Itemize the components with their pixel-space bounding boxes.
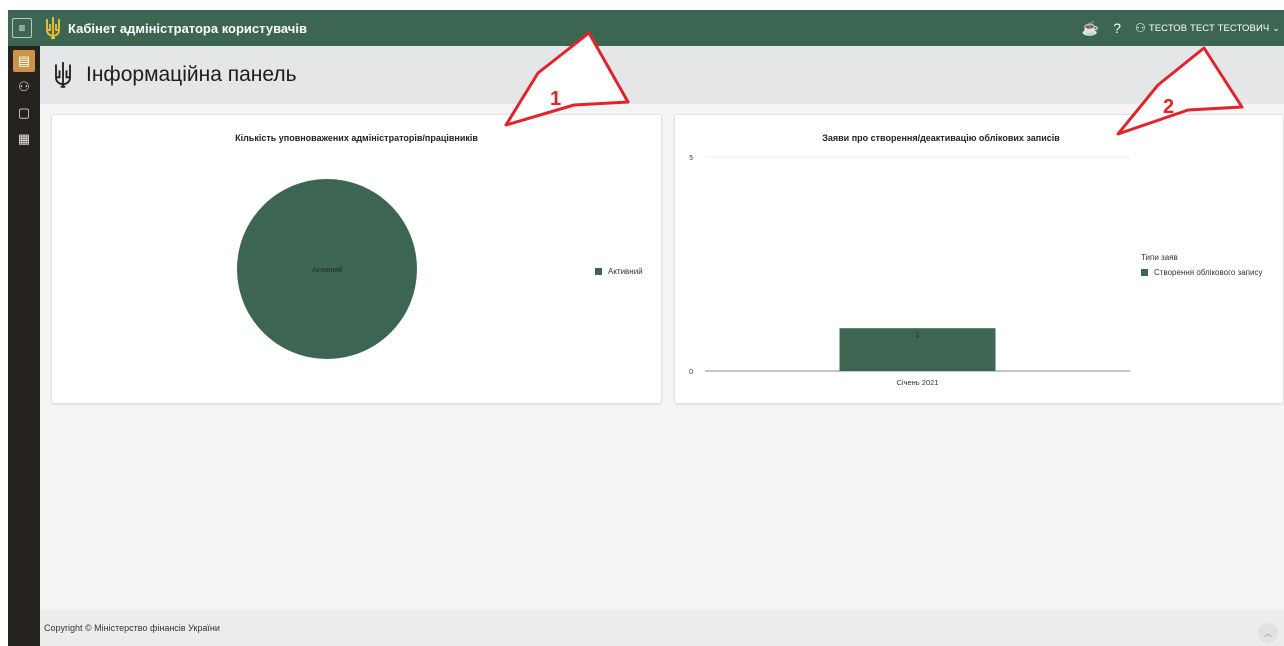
app-title: Кабінет адміністратора користувачів bbox=[68, 20, 307, 36]
app-window: ≡ Кабінет адміністратора користувачів ☕ … bbox=[8, 10, 1284, 646]
coffee-cup-icon[interactable]: ☕ bbox=[1082, 20, 1099, 37]
sidebar-item-registry[interactable]: ▦ bbox=[8, 128, 40, 150]
pie-chart: Активний bbox=[237, 179, 417, 359]
legend-swatch bbox=[1141, 269, 1148, 276]
footer: Copyright © Міністерство фінансів Україн… bbox=[40, 610, 1284, 646]
sidebar: ▤ ⚇ ▢ ▦ bbox=[8, 46, 40, 646]
user-icon: ⚇ bbox=[1134, 21, 1146, 35]
top-bar: ≡ Кабінет адміністратора користувачів ☕ … bbox=[8, 10, 1284, 46]
bar-data-label: 1 bbox=[916, 332, 920, 339]
sidebar-item-dashboard[interactable]: ▤ bbox=[13, 50, 35, 72]
chevron-down-icon: ⌄ bbox=[1272, 22, 1280, 33]
y-tick-label: 0 bbox=[689, 369, 693, 376]
requests-card: Заяви про створення/деактивацію облікови… bbox=[674, 114, 1284, 404]
registry-edit-icon: ▦ bbox=[17, 131, 31, 146]
sidebar-item-documents[interactable]: ▢ bbox=[8, 102, 40, 124]
copyright-text: Copyright © Міністерство фінансів Україн… bbox=[44, 623, 220, 633]
dashboard-chart-icon: ▤ bbox=[17, 53, 31, 68]
pie-legend: Активний bbox=[595, 267, 643, 276]
document-edit-icon: ▢ bbox=[17, 105, 31, 120]
bar-legend: Створення облікового запису bbox=[1141, 268, 1262, 277]
trident-logo-icon bbox=[46, 17, 60, 39]
legend-title: Типи заяв bbox=[1141, 253, 1178, 262]
top-right-tools: ☕ ? ⚇ ТЕСТОВ ТЕСТ ТЕСТОВИЧ ⌄ bbox=[1082, 10, 1284, 46]
users-icon: ⚇ bbox=[18, 79, 30, 94]
legend-swatch bbox=[595, 268, 602, 275]
user-name: ТЕСТОВ ТЕСТ ТЕСТОВИЧ bbox=[1148, 22, 1270, 34]
user-menu[interactable]: ⚇ ТЕСТОВ ТЕСТ ТЕСТОВИЧ ⌄ bbox=[1135, 21, 1280, 35]
scroll-to-top-button[interactable]: ︿ bbox=[1258, 623, 1278, 643]
page-header: Інформаційна панель bbox=[40, 46, 1284, 104]
legend-label: Створення облікового запису bbox=[1154, 268, 1263, 277]
bar-chart: 0 5 1 Січень 2021 bbox=[689, 155, 1130, 387]
legend-label: Активний bbox=[608, 267, 643, 276]
y-tick-label: 5 bbox=[689, 155, 693, 162]
admins-count-card: Кількість уповноважених адміністраторів/… bbox=[51, 114, 662, 404]
sidebar-item-users[interactable]: ⚇ bbox=[8, 76, 40, 98]
pie-slice-label: Активний bbox=[312, 266, 342, 274]
x-tick-label: Січень 2021 bbox=[897, 378, 939, 387]
trident-emblem-icon bbox=[55, 62, 71, 88]
help-icon[interactable]: ? bbox=[1113, 20, 1121, 36]
page-title: Інформаційна панель bbox=[86, 63, 297, 86]
hamburger-icon: ≡ bbox=[18, 21, 26, 35]
chevron-up-icon: ︿ bbox=[1264, 628, 1272, 638]
menu-toggle-button[interactable]: ≡ bbox=[12, 18, 32, 38]
